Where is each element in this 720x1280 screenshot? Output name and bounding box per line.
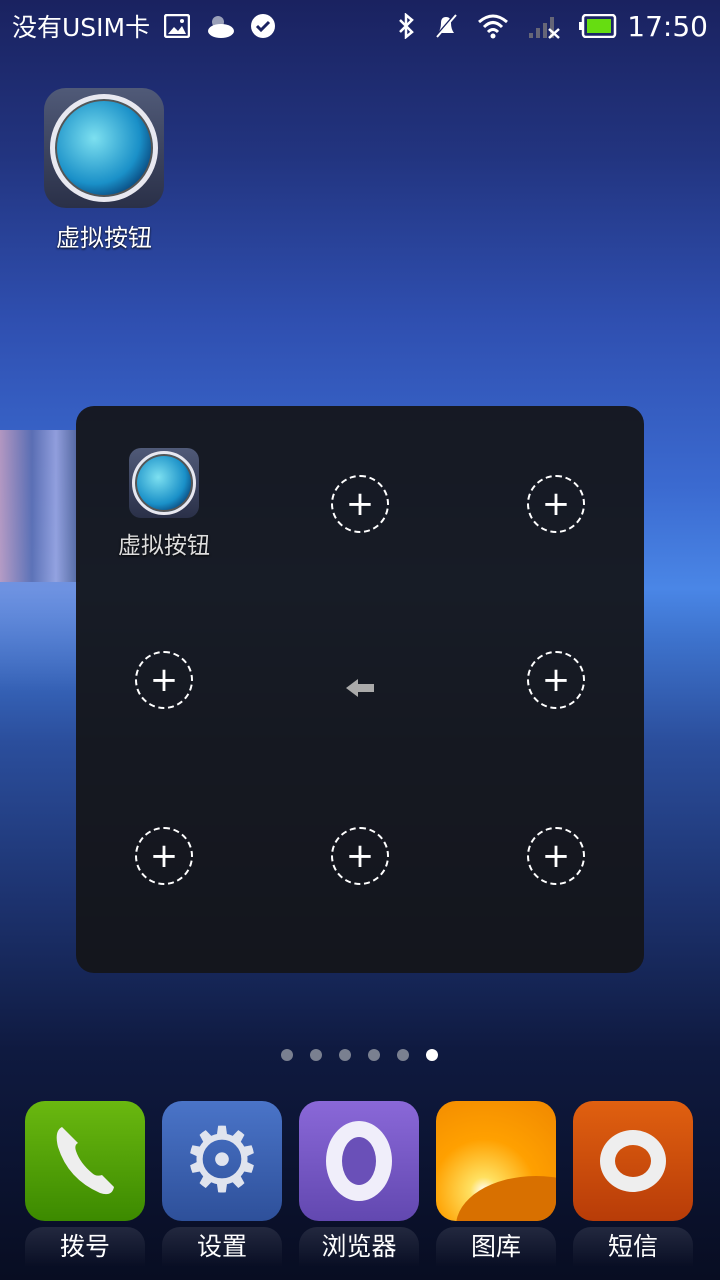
plus-icon: +	[331, 475, 389, 533]
plus-icon: +	[527, 827, 585, 885]
desktop-app-virtual-button[interactable]: 虚拟按钮	[44, 88, 164, 253]
page-dot[interactable]	[397, 1049, 409, 1061]
carrier-text: 没有USIM卡	[12, 13, 151, 42]
add-slot[interactable]: +	[66, 592, 262, 768]
check-circle-icon	[250, 13, 276, 39]
dock-app-gallery[interactable]: 图库	[436, 1101, 556, 1267]
clock: 17:50	[627, 9, 708, 43]
dock-app-messages[interactable]: 短信	[573, 1101, 693, 1267]
bluetooth-icon	[397, 13, 415, 39]
wifi-icon	[477, 13, 509, 39]
add-slot[interactable]: +	[458, 416, 654, 592]
app-label: 虚拟按钮	[118, 533, 210, 559]
lens-icon	[44, 88, 164, 208]
phone-icon	[25, 1101, 145, 1221]
app-label: 设置	[162, 1227, 282, 1267]
status-bar: 没有USIM卡 17:50	[0, 0, 720, 52]
page-dot-current[interactable]	[426, 1049, 438, 1061]
plus-icon: +	[527, 475, 585, 533]
dock-app-dialer[interactable]: 拨号	[25, 1101, 145, 1267]
weather-cloudy-icon	[204, 13, 236, 39]
plus-icon: +	[527, 651, 585, 709]
plus-icon: +	[135, 827, 193, 885]
gear-icon: ⚙	[162, 1101, 282, 1221]
arrow-left-icon	[344, 676, 376, 704]
dock-app-settings[interactable]: ⚙ 设置	[162, 1101, 282, 1267]
signal-none-icon	[527, 13, 561, 39]
message-icon	[573, 1101, 693, 1221]
page-indicator[interactable]	[281, 1049, 438, 1061]
notifications-muted-icon	[433, 13, 459, 39]
browser-icon	[299, 1101, 419, 1221]
page-dot[interactable]	[310, 1049, 322, 1061]
plus-icon: +	[331, 827, 389, 885]
page-dot[interactable]	[281, 1049, 293, 1061]
lens-icon	[129, 448, 199, 518]
image-icon	[164, 14, 191, 38]
app-label: 虚拟按钮	[56, 224, 152, 252]
back-button[interactable]	[262, 602, 458, 778]
folder-panel: 虚拟按钮 + + + + + + +	[76, 406, 644, 973]
add-slot[interactable]: +	[458, 592, 654, 768]
dock-app-browser[interactable]: 浏览器	[299, 1101, 419, 1267]
app-label: 短信	[573, 1227, 693, 1267]
add-slot[interactable]: +	[458, 768, 654, 944]
add-slot[interactable]: +	[66, 768, 262, 944]
app-label: 拨号	[25, 1227, 145, 1267]
plus-icon: +	[135, 651, 193, 709]
add-slot[interactable]: +	[262, 416, 458, 592]
add-slot[interactable]: +	[262, 768, 458, 944]
gallery-icon	[436, 1101, 556, 1221]
page-dot[interactable]	[368, 1049, 380, 1061]
app-label: 图库	[436, 1227, 556, 1267]
folder-app-virtual-button[interactable]: 虚拟按钮	[66, 416, 262, 592]
battery-full-icon	[579, 14, 617, 38]
app-label: 浏览器	[299, 1227, 419, 1267]
page-dot[interactable]	[339, 1049, 351, 1061]
